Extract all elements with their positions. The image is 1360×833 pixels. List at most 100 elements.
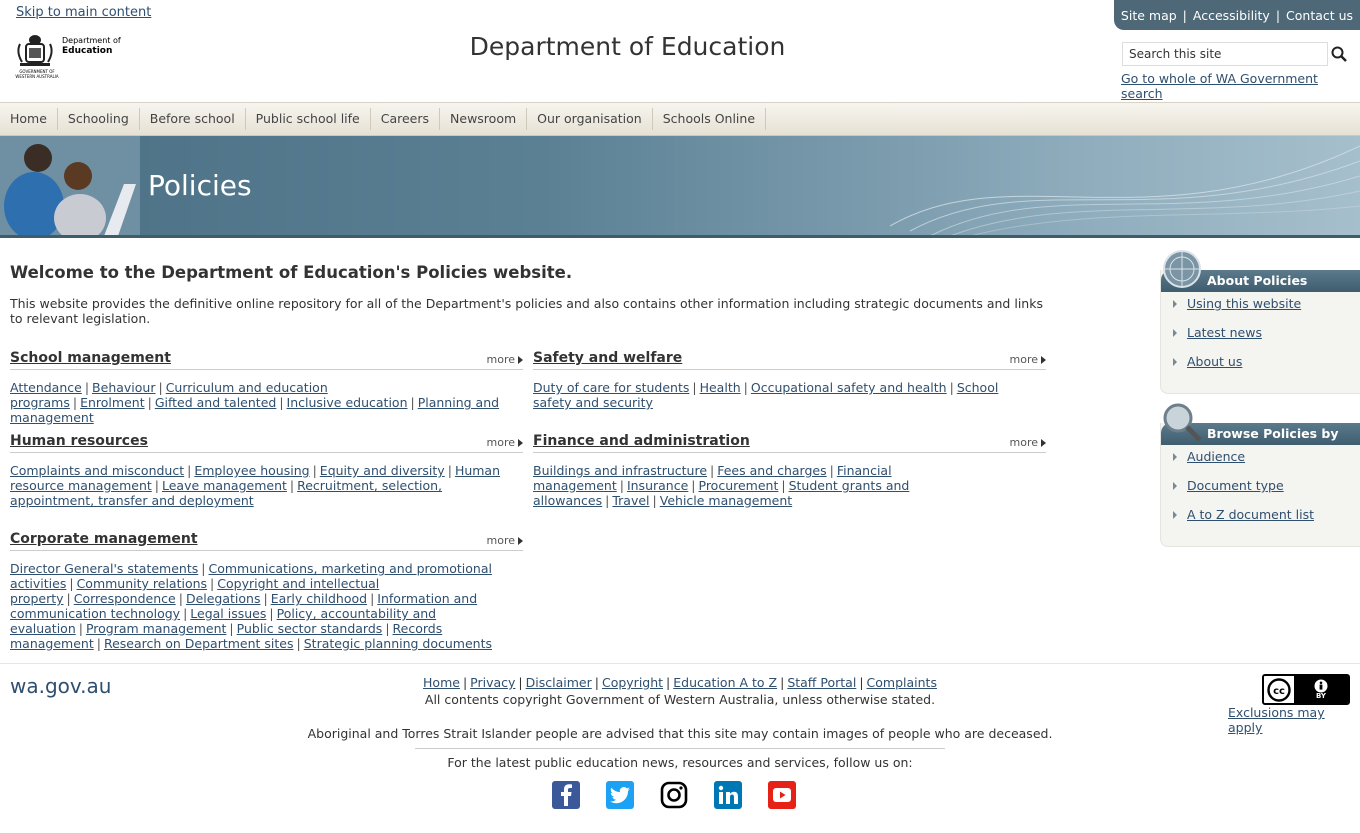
safety-welfare-section: Safety and welfare more Duty of care for… [533,350,1046,410]
exclusions-may-apply-link[interactable]: Exclusions may apply [1228,705,1360,735]
youtube-icon[interactable] [768,781,796,809]
sidebar-item-latest-news[interactable]: Latest news [1173,325,1360,354]
banner-wave-pattern [890,145,1360,235]
policy-link[interactable]: Travel [612,493,649,508]
policy-link[interactable]: Early childhood [271,591,367,606]
policy-link[interactable]: Program management [86,621,226,636]
search-box [1122,42,1350,68]
nav-item-public-school-life[interactable]: Public school life [246,108,371,130]
nav-item-schooling[interactable]: Schooling [58,108,140,130]
policy-link[interactable]: Inclusive education [287,395,408,410]
corporate-management-heading[interactable]: Corporate management [10,531,198,547]
follow-us-text: For the latest public education news, re… [447,755,913,770]
nav-item-home[interactable]: Home [0,108,58,130]
policy-link[interactable]: Legal issues [190,606,266,621]
footer-link-home[interactable]: Home [423,675,460,690]
nav-item-schools-online[interactable]: Schools Online [653,108,767,130]
policy-link[interactable]: Vehicle management [660,493,792,508]
footer-thin-divider [415,748,945,749]
policy-link[interactable]: Complaints and misconduct [10,463,184,478]
sidebar-item-using-this-website[interactable]: Using this website [1173,296,1360,325]
school-management-more-link[interactable]: more [487,353,524,366]
school-management-links: Attendance | Behaviour | Curriculum and educ… [10,380,500,425]
policy-link[interactable]: Behaviour [92,380,155,395]
policy-link[interactable]: Duty of care for students [533,380,689,395]
corporate-management-more-link[interactable]: more [487,534,524,547]
logo-crest-caption: GOVERNMENT OF WESTERN AUSTRALIA [15,69,59,79]
policy-link[interactable]: Strategic planning documents [304,636,492,651]
linkedin-icon[interactable] [714,781,742,809]
sidebar-item-about-us[interactable]: About us [1173,354,1360,383]
browse-policies-title: Browse Policies by [1207,426,1339,441]
about-policies-title: About Policies [1207,273,1308,288]
footer-divider [0,663,1360,664]
sidebar-item-document-type[interactable]: Document type [1173,478,1360,507]
about-policies-box: About Policies Using this website Latest… [1160,250,1360,394]
human-resources-more-link[interactable]: more [487,436,524,449]
facebook-icon[interactable] [552,781,580,809]
instagram-icon[interactable] [660,781,688,809]
skip-to-content-link[interactable]: Skip to main content [16,5,151,20]
search-button[interactable] [1328,42,1350,66]
human-resources-section: Human resources more Complaints and misc… [10,433,523,508]
cc-icon: cc [1267,677,1291,702]
welcome-heading: Welcome to the Department of Education's… [10,263,573,282]
nav-item-before-school[interactable]: Before school [140,108,246,130]
intro-text: This website provides the definitive onl… [10,296,1043,326]
human-resources-heading[interactable]: Human resources [10,433,148,449]
magnifier-icon [1163,403,1202,442]
policy-link[interactable]: Equity and diversity [320,463,445,478]
safety-welfare-more-link[interactable]: more [1010,353,1047,366]
policy-link[interactable]: Fees and charges [717,463,826,478]
policy-link[interactable]: Attendance [10,380,82,395]
finance-administration-heading[interactable]: Finance and administration [533,433,750,449]
accessibility-link[interactable]: Accessibility [1193,8,1270,23]
policy-link[interactable]: Employee housing [194,463,309,478]
separator: | [1182,7,1187,23]
search-input[interactable] [1122,42,1328,66]
footer-link-complaints[interactable]: Complaints [867,675,937,690]
footer-link-disclaimer[interactable]: Disclaimer [526,675,592,690]
school-management-section: School management more Attendance | Behavi… [10,350,523,425]
nav-item-newsroom[interactable]: Newsroom [440,108,528,130]
footer-link-education-a-to-z[interactable]: Education A to Z [673,675,777,690]
policy-link[interactable]: Correspondence [74,591,176,606]
policy-link[interactable]: Procurement [699,478,779,493]
policy-link[interactable]: Insurance [627,478,688,493]
policy-link[interactable]: Director General's statements [10,561,198,576]
separator: | [1275,7,1281,23]
policy-link[interactable]: Enrolment [80,395,145,410]
safety-welfare-heading[interactable]: Safety and welfare [533,350,682,366]
finance-administration-more-link[interactable]: more [1010,436,1047,449]
footer-link-copyright[interactable]: Copyright [602,675,663,690]
utility-links: Site map | Accessibility | Contact us [1114,0,1360,30]
wa-government-search-link[interactable]: Go to whole of WA Government search [1121,71,1360,101]
nav-item-our-organisation[interactable]: Our organisation [527,108,653,130]
social-links [552,781,796,809]
footer-link-staff-portal[interactable]: Staff Portal [787,675,856,690]
human-resources-links: Complaints and misconduct | Employee housi… [10,463,501,508]
sidebar-item-audience[interactable]: Audience [1173,449,1360,478]
policy-link[interactable]: Occupational safety and health [751,380,947,395]
policy-link[interactable]: Buildings and infrastructure [533,463,707,478]
policy-link[interactable]: Leave management [162,478,287,493]
nav-item-careers[interactable]: Careers [371,108,441,130]
site-title: Department of Education [469,32,786,61]
policy-link[interactable]: Health [700,380,741,395]
creative-commons-badge[interactable]: cc BY [1262,674,1350,705]
copyright-text: All contents copyright Government of Wes… [424,692,936,707]
footer-link-privacy[interactable]: Privacy [470,675,515,690]
school-management-heading[interactable]: School management [10,350,171,366]
policy-link[interactable]: Gifted and talented [155,395,277,410]
site-map-link[interactable]: Site map [1121,8,1177,23]
policy-link[interactable]: Community relations [77,576,207,591]
sidebar-item-a-to-z[interactable]: A to Z document list [1173,507,1360,536]
corporate-management-links: Director General's statements | Communicat… [10,561,493,651]
twitter-icon[interactable] [606,781,634,809]
corporate-management-section: Corporate management more Director Gener… [10,531,523,651]
page-banner: Policies [0,136,1360,238]
policy-link[interactable]: Public sector standards [237,621,383,636]
policy-link[interactable]: Research on Department sites [104,636,294,651]
policy-link[interactable]: Delegations [186,591,261,606]
contact-us-link[interactable]: Contact us [1286,8,1353,23]
